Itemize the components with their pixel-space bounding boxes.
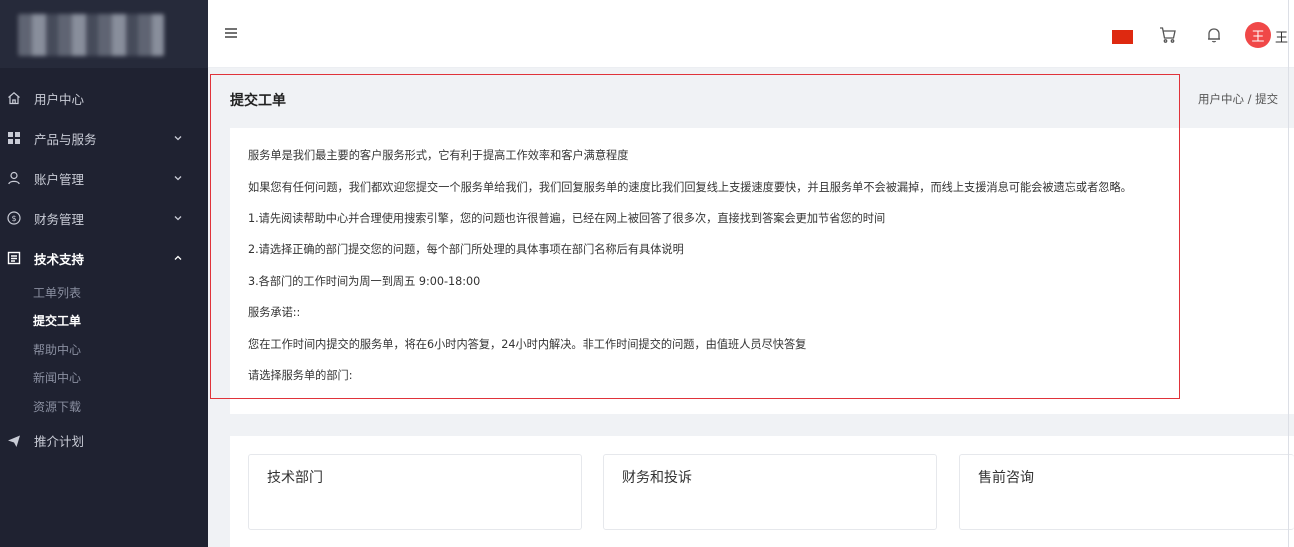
user-icon	[6, 170, 22, 186]
avatar[interactable]: 王	[1245, 22, 1271, 48]
chevron-down-icon	[174, 136, 182, 141]
department-name: 售前咨询	[978, 470, 1034, 486]
ticket-info-card: 服务单是我们最主要的客户服务形式，它有利于提高工作效率和客户满意程度 如果您有任…	[230, 128, 1294, 414]
logo[interactable]	[18, 14, 164, 56]
department-card-tech[interactable]: 技术部门	[248, 454, 582, 530]
submenu-item-news-center[interactable]: 新闻中心	[33, 364, 208, 393]
sidebar-item-label: 推介计划	[34, 434, 85, 449]
top-header: 王 王	[208, 0, 1294, 68]
send-icon	[6, 433, 22, 449]
department-name: 技术部门	[267, 470, 323, 486]
notification-bell-icon[interactable]	[1205, 26, 1223, 44]
home-icon	[6, 90, 22, 106]
submenu-item-submit-ticket[interactable]: 提交工单	[33, 307, 208, 336]
info-text: 您在工作时间内提交的服务单，将在6小时内答复，24小时内解决。非工作时间提交的问…	[248, 338, 807, 351]
info-text: 3.各部门的工作时间为周一到周五 9:00-18:00	[248, 275, 481, 288]
sidebar-item-referral[interactable]: 推介计划	[0, 421, 208, 461]
sidebar-item-label: 技术支持	[34, 251, 85, 267]
info-text: 1.请先阅读帮助中心并合理使用搜索引擎，您的问题也许很普遍，已经在网上被回答了很…	[248, 212, 886, 225]
svg-text:$: $	[11, 214, 16, 223]
grid-icon	[6, 130, 22, 146]
sidebar-item-tech-support[interactable]: 技术支持	[0, 238, 208, 278]
document-icon	[6, 250, 22, 266]
page-title-bar: 提交工单 用户中心 / 提交	[210, 74, 1294, 124]
sidebar-item-label: 财务管理	[34, 211, 85, 227]
menu-toggle-icon[interactable]	[224, 26, 238, 40]
info-text: 服务承诺::	[248, 306, 301, 319]
chevron-down-icon	[174, 176, 182, 181]
breadcrumb[interactable]: 用户中心 / 提交	[1198, 91, 1278, 107]
chevron-down-icon	[174, 216, 182, 221]
window-edge-divider	[1288, 0, 1289, 547]
sidebar-item-products[interactable]: 产品与服务	[0, 118, 208, 158]
dollar-icon: $	[6, 210, 22, 226]
sidebar: 用户中心 产品与服务 账户管理 $ 财务管理 技术支持 工单列表 提交工单 帮助…	[0, 0, 208, 547]
info-text: 请选择服务单的部门:	[248, 369, 353, 382]
submenu-item-help-center[interactable]: 帮助中心	[33, 335, 208, 364]
sidebar-item-label: 用户中心	[34, 91, 85, 107]
sidebar-item-finance[interactable]: $ 财务管理	[0, 198, 208, 238]
department-name: 财务和投诉	[622, 470, 692, 486]
sidebar-menu: 用户中心 产品与服务 账户管理 $ 财务管理 技术支持 工单列表 提交工单 帮助…	[0, 68, 208, 461]
cart-icon[interactable]	[1159, 26, 1177, 44]
sidebar-item-account[interactable]: 账户管理	[0, 158, 208, 198]
info-text: 如果您有任何问题，我们都欢迎您提交一个服务单给我们，我们回复服务单的速度比我们回…	[248, 181, 1132, 194]
info-text: 服务单是我们最主要的客户服务形式，它有利于提高工作效率和客户满意程度	[248, 149, 629, 162]
sidebar-item-label: 账户管理	[34, 171, 85, 187]
logo-area	[0, 0, 208, 68]
department-card-presales[interactable]: 售前咨询	[959, 454, 1294, 530]
sidebar-item-user-center[interactable]: 用户中心	[0, 78, 208, 118]
submenu-item-ticket-list[interactable]: 工单列表	[33, 278, 208, 307]
page-title: 提交工单	[230, 93, 286, 109]
tech-support-submenu: 工单列表 提交工单 帮助中心 新闻中心 资源下载	[0, 278, 208, 421]
language-flag-icon[interactable]	[1112, 30, 1133, 44]
department-card-finance[interactable]: 财务和投诉	[603, 454, 937, 530]
username[interactable]: 王	[1275, 27, 1288, 46]
chevron-up-icon	[174, 255, 182, 260]
info-text: 2.请选择正确的部门提交您的问题，每个部门所处理的具体事项在部门名称后有具体说明	[248, 243, 684, 256]
sidebar-item-label: 产品与服务	[34, 131, 97, 147]
submenu-item-downloads[interactable]: 资源下载	[33, 392, 208, 421]
department-section: 技术部门 财务和投诉 售前咨询	[230, 436, 1294, 547]
